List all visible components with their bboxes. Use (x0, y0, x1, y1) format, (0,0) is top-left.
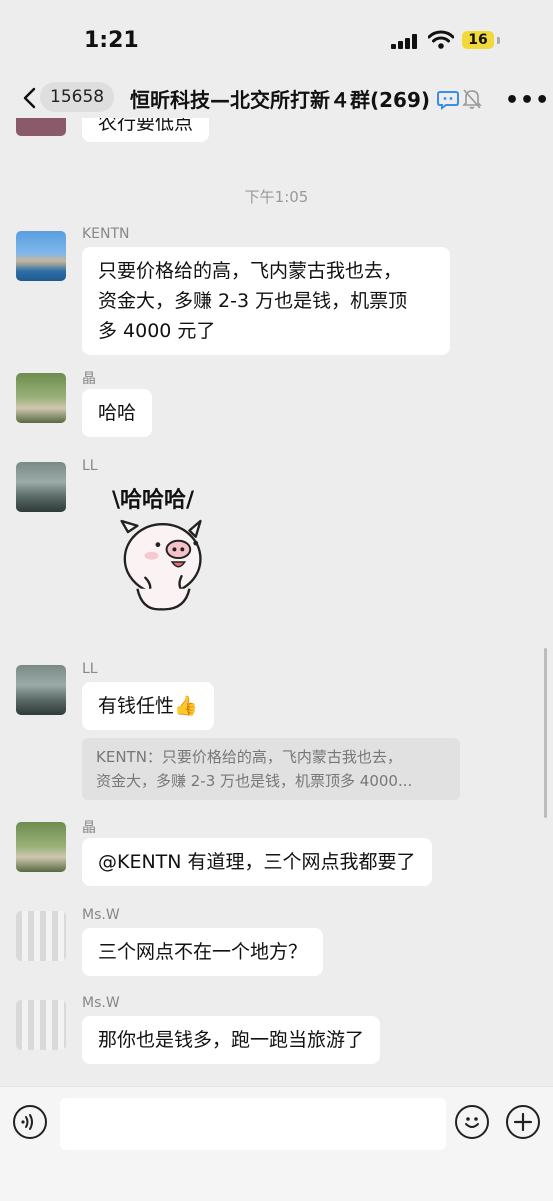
message-text: 哈哈 (98, 402, 137, 424)
input-bar (0, 1086, 553, 1201)
message-bubble[interactable]: 哈哈 (82, 389, 153, 437)
mute-bell-icon (462, 89, 482, 109)
message-line: 多 4000 元了 (98, 320, 216, 342)
avatar[interactable] (16, 911, 66, 961)
back-icon[interactable] (18, 86, 42, 110)
sender-name: LL (82, 458, 98, 474)
message-text: 农行要低点 (98, 118, 194, 134)
avatar[interactable] (16, 665, 66, 715)
sender-name: Ms.W (82, 995, 120, 1011)
message-text: @KENTN 有道理，三个网点我都要了 (98, 851, 416, 873)
message-line: 资金大，多赚 2-3 万也是钱，机票顶 (98, 290, 408, 312)
battery-icon: 16 (462, 31, 494, 49)
message-bubble[interactable]: 那你也是钱多，跑一跑当旅游了 (82, 1016, 381, 1064)
sender-name: 晶 (82, 371, 96, 387)
message-text: 三个网点不在一个地方？ (98, 941, 308, 963)
more-icon[interactable]: ••• (505, 88, 550, 113)
scrollbar[interactable] (544, 648, 547, 818)
avatar[interactable] (16, 462, 66, 512)
message-list[interactable]: 农行要低点 下午1:05 KENTN 只要价格给的高，飞内蒙古我也去， 资金大，… (0, 118, 553, 1086)
battery-tip (497, 37, 500, 44)
battery-level: 16 (468, 32, 488, 48)
avatar[interactable] (16, 1000, 66, 1050)
message-input[interactable] (60, 1098, 446, 1150)
message-bubble[interactable]: 农行要低点 (82, 118, 210, 142)
chat-ai-icon[interactable] (437, 90, 459, 110)
avatar[interactable] (16, 373, 66, 423)
message-line: 只要价格给的高，飞内蒙古我也去， (98, 260, 403, 282)
cellular-signal-icon (391, 34, 419, 49)
sender-name: LL (82, 661, 98, 677)
message-text: 有钱任性👍 (98, 695, 198, 717)
time-separator: 下午1:05 (244, 188, 309, 206)
quote-line: KENTN：只要价格给的高，飞内蒙古我也去， (96, 748, 402, 766)
unread-count-badge[interactable]: 15658 (40, 82, 115, 112)
avatar[interactable] (16, 118, 66, 136)
voice-icon[interactable] (13, 1105, 47, 1139)
message-bubble[interactable]: 有钱任性👍 (82, 682, 214, 730)
avatar[interactable] (16, 822, 66, 872)
quoted-message[interactable]: KENTN：只要价格给的高，飞内蒙古我也去， 资金大，多赚 2-3 万也是钱，机… (82, 738, 460, 800)
message-bubble[interactable]: 三个网点不在一个地方？ (82, 928, 324, 976)
message-text: 那你也是钱多，跑一跑当旅游了 (98, 1029, 365, 1051)
chat-header: 15658 恒昕科技—北交所打新４群(269) ••• (0, 80, 553, 116)
status-time: 1:21 (84, 28, 139, 53)
emoji-icon[interactable] (455, 1105, 489, 1139)
message-bubble[interactable]: @KENTN 有道理，三个网点我都要了 (82, 838, 432, 886)
wifi-icon (428, 30, 454, 49)
sender-name: KENTN (82, 226, 130, 242)
chat-title: 恒昕科技—北交所打新４群(269) (130, 88, 431, 112)
quote-line: 资金大，多赚 2-3 万也是钱，机票顶多 4000... (96, 772, 413, 790)
sender-name: Ms.W (82, 907, 120, 923)
sender-name: 晶 (82, 820, 96, 836)
message-bubble[interactable]: 只要价格给的高，飞内蒙古我也去， 资金大，多赚 2-3 万也是钱，机票顶 多 4… (82, 247, 450, 355)
avatar[interactable] (16, 231, 66, 281)
status-bar: 1:21 16 (0, 0, 553, 80)
plus-icon[interactable] (506, 1105, 540, 1139)
pig-sticker[interactable] (100, 510, 230, 640)
